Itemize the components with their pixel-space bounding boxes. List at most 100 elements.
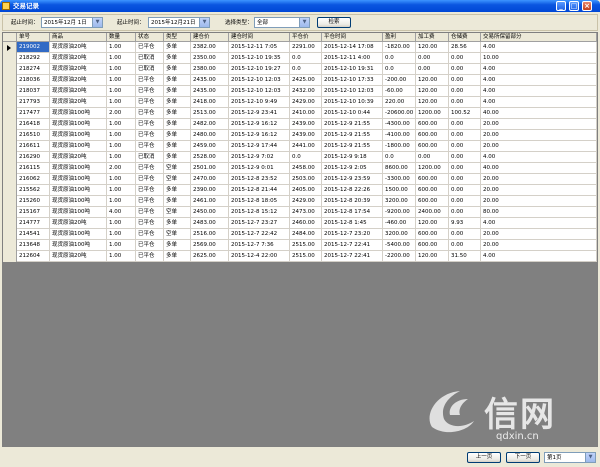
- table-cell[interactable]: 217793: [17, 97, 50, 107]
- table-cell[interactable]: 2390.00: [191, 185, 229, 195]
- table-cell[interactable]: 213648: [17, 240, 50, 250]
- table-cell[interactable]: 0.00: [449, 185, 481, 195]
- table-cell[interactable]: 216290: [17, 152, 50, 162]
- table-cell[interactable]: 216510: [17, 130, 50, 140]
- table-cell[interactable]: 1.00: [107, 174, 136, 184]
- table-cell[interactable]: 0.00: [449, 64, 481, 74]
- table-cell[interactable]: 0.00: [416, 53, 449, 63]
- table-cell[interactable]: 0.0: [383, 64, 416, 74]
- table-cell[interactable]: 1.00: [107, 119, 136, 129]
- table-cell[interactable]: 多单: [164, 141, 191, 151]
- table-row[interactable]: 213648 现货原油100吨 1.00 已平仓 多单 2569.00 2015-12-7 …: [3, 240, 597, 251]
- table-cell[interactable]: 8600.00: [383, 163, 416, 173]
- table-cell[interactable]: 现货原油100吨: [50, 185, 107, 195]
- table-cell[interactable]: 1.00: [107, 251, 136, 261]
- table-cell[interactable]: 2015-12-9 0:01: [229, 163, 290, 173]
- table-cell[interactable]: 2015-12-9 16:12: [229, 130, 290, 140]
- table-cell[interactable]: 2015-12-8 15:12: [229, 207, 290, 217]
- table-cell[interactable]: 2480.00: [191, 130, 229, 140]
- trade-grid[interactable]: 单号 商品 数量 状态 类型 建仓价 建仓时间 平仓价 平仓时间 盈利 加工费 仓储费 交易所保留部分 …: [2, 32, 598, 447]
- row-header[interactable]: [3, 251, 17, 262]
- table-cell[interactable]: 0.00: [449, 240, 481, 250]
- table-cell[interactable]: 0.00: [416, 64, 449, 74]
- table-cell[interactable]: 现货原油100吨: [50, 196, 107, 206]
- table-cell[interactable]: 3200.00: [383, 196, 416, 206]
- table-cell[interactable]: 0.00: [449, 130, 481, 140]
- table-row[interactable]: 219002 现货原油20吨 1.00 已平仓 多单 2382.00 2015-12-11 …: [3, 42, 597, 53]
- table-cell[interactable]: 0.00: [449, 152, 481, 162]
- table-cell[interactable]: 现货原油20吨: [50, 218, 107, 228]
- table-cell[interactable]: 2450.00: [191, 207, 229, 217]
- table-cell[interactable]: 0.00: [449, 119, 481, 129]
- table-cell[interactable]: 2439.00: [290, 130, 322, 140]
- row-header[interactable]: [3, 196, 17, 207]
- table-cell[interactable]: 120.00: [416, 86, 449, 96]
- dropdown-arrow-icon[interactable]: ▼: [199, 18, 209, 27]
- column-header[interactable]: 交易所保留部分: [481, 33, 597, 42]
- table-cell[interactable]: 120.00: [416, 218, 449, 228]
- table-cell[interactable]: 已平仓: [136, 218, 164, 228]
- search-button[interactable]: 检索: [317, 17, 351, 28]
- table-cell[interactable]: 600.00: [416, 240, 449, 250]
- table-cell[interactable]: 2625.00: [191, 251, 229, 261]
- table-cell[interactable]: 2015-12-10 9:49: [229, 97, 290, 107]
- table-cell[interactable]: 216062: [17, 174, 50, 184]
- table-cell[interactable]: 2015-12-9 21:55: [322, 141, 383, 151]
- table-cell[interactable]: 0.00: [449, 229, 481, 239]
- table-row[interactable]: 216062 现货原油100吨 1.00 已平仓 空单 2470.00 2015-12-8 …: [3, 174, 597, 185]
- table-cell[interactable]: 2015-12-8 18:05: [229, 196, 290, 206]
- table-cell[interactable]: 214777: [17, 218, 50, 228]
- column-header[interactable]: 加工费: [416, 33, 449, 42]
- table-cell[interactable]: 2.00: [107, 108, 136, 118]
- table-cell[interactable]: 2015-12-8 1:45: [322, 218, 383, 228]
- row-header[interactable]: [3, 108, 17, 119]
- table-cell[interactable]: 1.00: [107, 130, 136, 140]
- table-cell[interactable]: 已平仓: [136, 97, 164, 107]
- table-cell[interactable]: 600.00: [416, 130, 449, 140]
- table-cell[interactable]: 2405.00: [290, 185, 322, 195]
- table-cell[interactable]: 已平仓: [136, 229, 164, 239]
- table-cell[interactable]: 1.00: [107, 196, 136, 206]
- table-cell[interactable]: 空单: [164, 163, 191, 173]
- table-cell[interactable]: 现货原油100吨: [50, 240, 107, 250]
- table-cell[interactable]: 218292: [17, 53, 50, 63]
- table-cell[interactable]: 600.00: [416, 229, 449, 239]
- table-row[interactable]: 216611 现货原油100吨 1.00 已平仓 多单 2459.00 2015-12-9 …: [3, 141, 597, 152]
- table-cell[interactable]: -5400.00: [383, 240, 416, 250]
- table-cell[interactable]: 2.00: [107, 163, 136, 173]
- table-cell[interactable]: 2015-12-9 9:18: [322, 152, 383, 162]
- table-cell[interactable]: 已取消: [136, 53, 164, 63]
- table-cell[interactable]: 现货原油20吨: [50, 42, 107, 52]
- table-cell[interactable]: -1820.00: [383, 42, 416, 52]
- table-cell[interactable]: 216115: [17, 163, 50, 173]
- table-cell[interactable]: 2461.00: [191, 196, 229, 206]
- table-cell[interactable]: 2515.00: [290, 240, 322, 250]
- table-cell[interactable]: 2513.00: [191, 108, 229, 118]
- table-row[interactable]: 214541 现货原油100吨 1.00 已平仓 空单 2516.00 2015-12-7 …: [3, 229, 597, 240]
- table-cell[interactable]: 218036: [17, 75, 50, 85]
- column-header[interactable]: 类型: [164, 33, 191, 42]
- table-cell[interactable]: 2429.00: [290, 97, 322, 107]
- table-cell[interactable]: 多单: [164, 97, 191, 107]
- table-cell[interactable]: 现货原油20吨: [50, 64, 107, 74]
- table-cell[interactable]: 2015-12-9 23:41: [229, 108, 290, 118]
- table-cell[interactable]: 1.00: [107, 240, 136, 250]
- table-row[interactable]: 215167 现货原油100吨 4.00 已平仓 空单 2450.00 2015-12-8 …: [3, 207, 597, 218]
- table-cell[interactable]: 多单: [164, 42, 191, 52]
- table-cell[interactable]: 2435.00: [191, 86, 229, 96]
- row-header[interactable]: [3, 240, 17, 251]
- table-cell[interactable]: -9200.00: [383, 207, 416, 217]
- page-select[interactable]: 第1页 ▼: [544, 452, 596, 463]
- table-row[interactable]: 212604 现货原油20吨 1.00 已平仓 多单 2625.00 2015-12-4 2…: [3, 251, 597, 262]
- table-cell[interactable]: -1800.00: [383, 141, 416, 151]
- table-cell[interactable]: 4.00: [481, 75, 597, 85]
- table-cell[interactable]: 现货原油100吨: [50, 119, 107, 129]
- table-cell[interactable]: 1.00: [107, 185, 136, 195]
- table-cell[interactable]: 2015-12-9 21:55: [322, 130, 383, 140]
- table-row[interactable]: 217477 现货原油100吨 2.00 已平仓 多单 2513.00 2015-12-9 …: [3, 108, 597, 119]
- table-cell[interactable]: 0.00: [449, 141, 481, 151]
- table-cell[interactable]: 40.00: [481, 108, 597, 118]
- table-cell[interactable]: 1200.00: [416, 108, 449, 118]
- table-cell[interactable]: 4.00: [107, 207, 136, 217]
- table-cell[interactable]: 2015-12-11 4:00: [322, 53, 383, 63]
